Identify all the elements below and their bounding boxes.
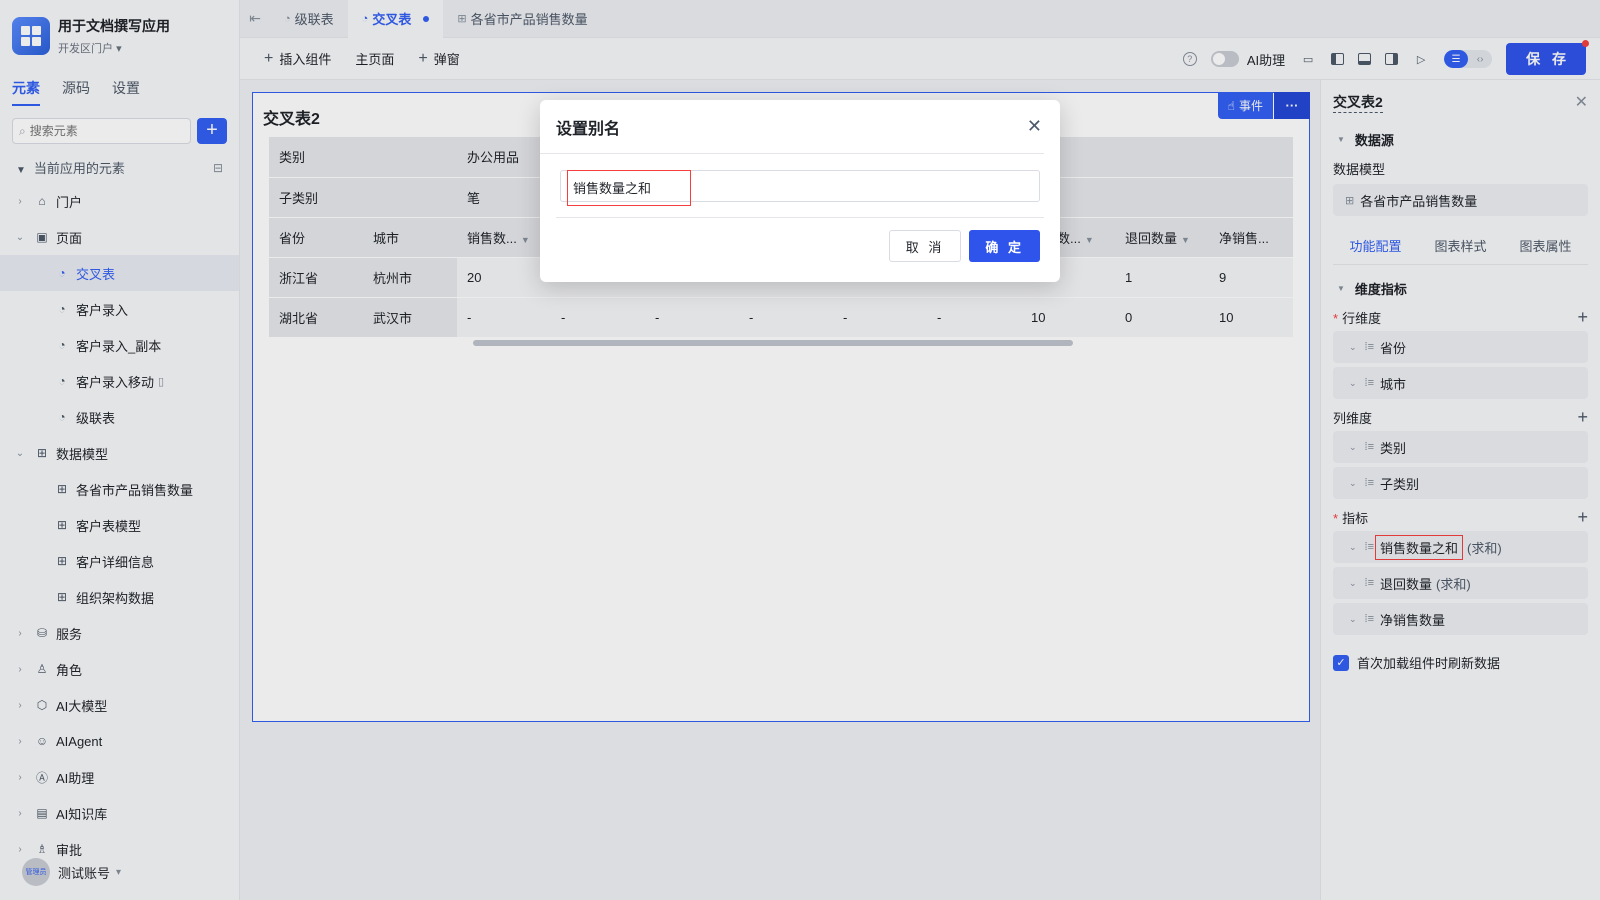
close-icon[interactable]: ✕: [1027, 116, 1042, 137]
cancel-button[interactable]: 取 消: [888, 230, 962, 262]
confirm-button[interactable]: 确 定: [969, 230, 1040, 262]
dialog-title: 设置别名: [556, 120, 621, 138]
alias-input[interactable]: [567, 171, 967, 203]
alias-field: [560, 170, 1040, 206]
set-alias-dialog: 设置别名 ✕ 取 消 确 定: [540, 100, 1060, 282]
